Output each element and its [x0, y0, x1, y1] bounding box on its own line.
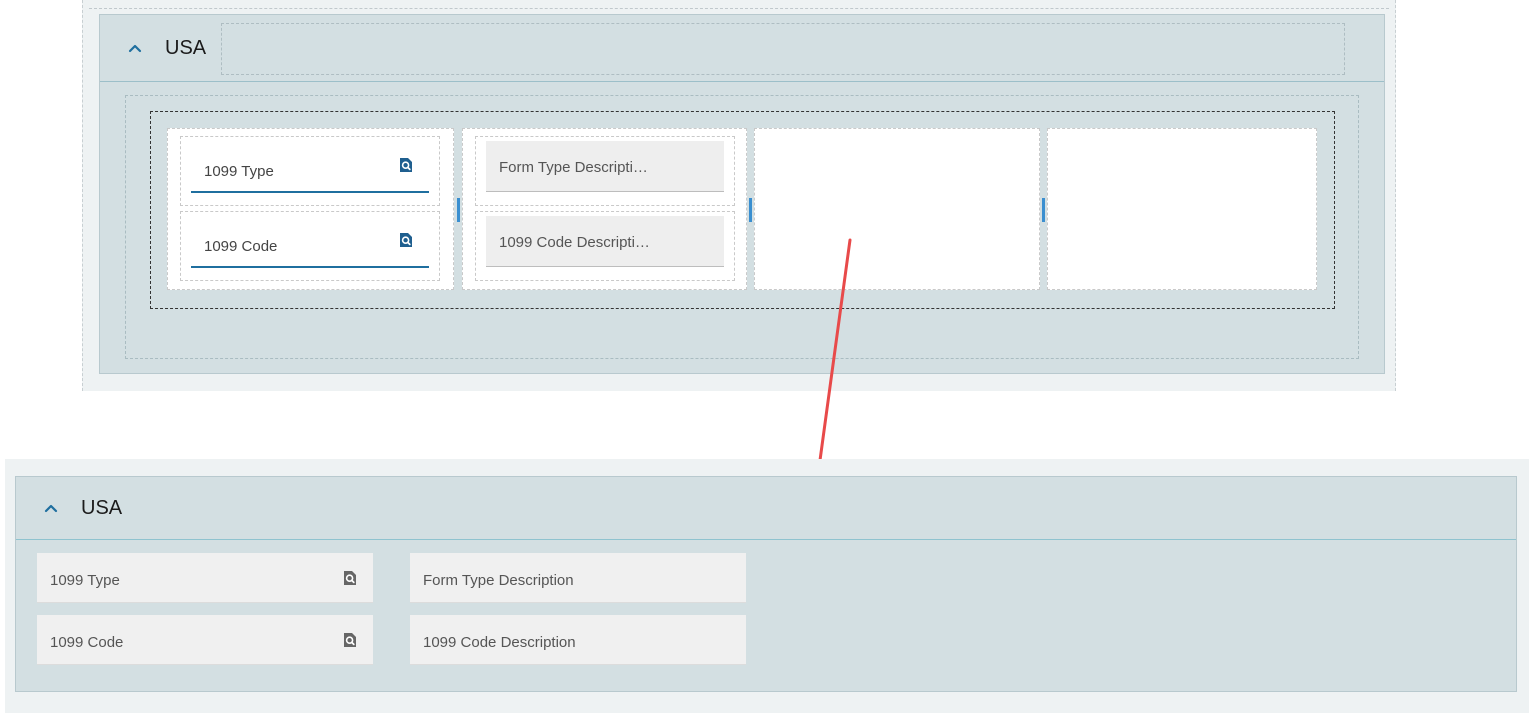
1099-code-label: 1099 Code [204, 238, 278, 255]
1099-code-label: 1099 Code [50, 634, 124, 651]
1099-code-field[interactable]: 1099 Code [191, 224, 429, 268]
preview-section-header[interactable]: USA [16, 477, 1516, 540]
preview-section-title: USA [81, 497, 123, 519]
1099-code-description-label: 1099 Code Description [423, 634, 576, 651]
designer-section-title: USA [165, 37, 207, 59]
preview-usa-section: USA 1099 Type Form Type Description 1099… [15, 476, 1517, 692]
chevron-up-icon[interactable] [43, 500, 59, 516]
column-splitter-1[interactable] [457, 198, 460, 222]
grid-column-4[interactable] [1047, 128, 1317, 290]
form-type-description-label: Form Type Descripti… [499, 159, 648, 176]
cell-form-type-description[interactable]: Form Type Descripti… [475, 136, 735, 206]
preview-1099-type-field[interactable]: 1099 Type [37, 553, 373, 603]
section-body-container: 1099 Type 1099 Code Form Type Descripti…… [125, 95, 1359, 359]
preview-1099-code-description-field[interactable]: 1099 Code Description [410, 615, 746, 665]
designer-usa-section: USA 1099 Type 1099 Code Form Type Descri… [99, 14, 1385, 374]
form-type-description-field[interactable]: Form Type Descripti… [486, 141, 724, 192]
cell-1099-code[interactable]: 1099 Code [180, 211, 440, 281]
column-splitter-2[interactable] [749, 198, 752, 222]
1099-type-label: 1099 Type [50, 572, 120, 589]
grid-column-3[interactable] [754, 128, 1040, 290]
chevron-up-icon[interactable] [127, 40, 143, 56]
1099-code-description-field[interactable]: 1099 Code Descripti… [486, 216, 724, 267]
runtime-preview: USA 1099 Type Form Type Description 1099… [5, 459, 1529, 713]
lookup-search-icon[interactable] [398, 232, 414, 248]
1099-type-field[interactable]: 1099 Type [191, 149, 429, 193]
preview-1099-code-field[interactable]: 1099 Code [37, 615, 373, 665]
grid-column-1[interactable]: 1099 Type 1099 Code [167, 128, 454, 290]
layout-grid[interactable]: 1099 Type 1099 Code Form Type Descripti…… [150, 111, 1335, 309]
cell-1099-code-description[interactable]: 1099 Code Descripti… [475, 211, 735, 281]
1099-type-label: 1099 Type [204, 163, 274, 180]
lookup-search-icon[interactable] [342, 570, 358, 586]
1099-code-description-label: 1099 Code Descripti… [499, 234, 650, 251]
form-type-description-label: Form Type Description [423, 572, 574, 589]
grid-column-2[interactable]: Form Type Descripti… 1099 Code Descripti… [462, 128, 747, 290]
designer-canvas: USA 1099 Type 1099 Code Form Type Descri… [82, 0, 1396, 391]
lookup-search-icon[interactable] [342, 632, 358, 648]
designer-section-header[interactable]: USA [100, 15, 1384, 82]
column-splitter-3[interactable] [1042, 198, 1045, 222]
preview-form-type-description-field[interactable]: Form Type Description [410, 553, 746, 603]
header-drop-zone[interactable] [221, 23, 1345, 75]
designer-top-divider [89, 8, 1389, 9]
cell-1099-type[interactable]: 1099 Type [180, 136, 440, 206]
lookup-search-icon[interactable] [398, 157, 414, 173]
